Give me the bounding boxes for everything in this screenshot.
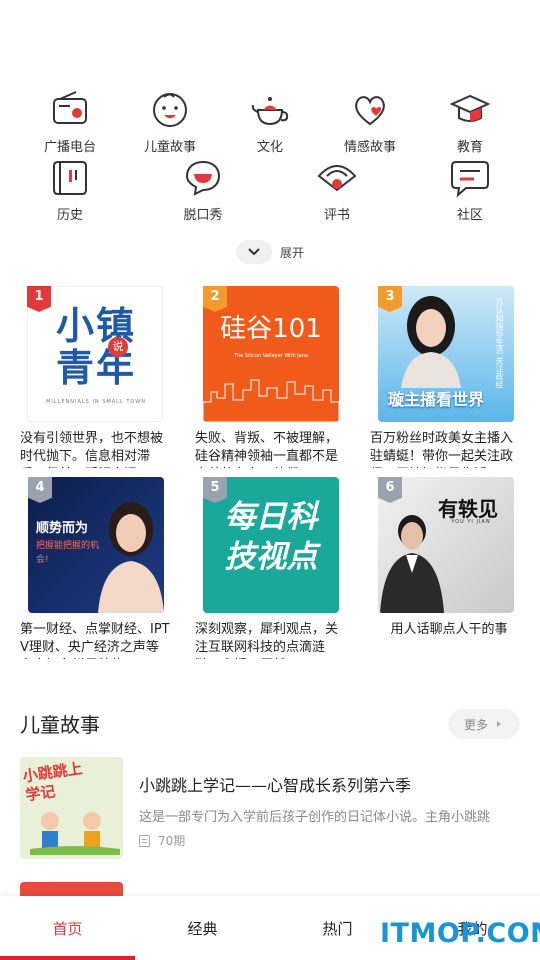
album-title: 没有引领世界，也不想被时代抛下。信息相对滞后，但并不孤陋寡闻。 [20,431,164,468]
category-label: 评书 [323,208,350,223]
category-storytelling[interactable]: 评书 [287,156,387,223]
category-label: 广播电台 [43,140,96,155]
album-title: 第一财经、点掌财经、IPTV理财、央广经济之声等多家知名栏目特约 [20,622,170,659]
graduation-cap-icon [449,94,491,122]
category-label: 教育 [456,140,483,155]
host-portrait-image [401,296,461,388]
album-card[interactable]: 每日科技视点 5 深刻观察，犀利观点，关注互联网科技的点滴涟漪。主播：臣然 [195,477,345,667]
scroll-icon [53,161,87,195]
category-talk-show[interactable]: 脱口秀 [153,156,253,223]
chevron-right-icon [497,721,501,727]
category-label: 历史 [56,208,83,223]
cover-stamp: 说 [108,337,128,357]
album-card[interactable]: 顺势而为 把握能把握的机会! 4 第一财经、点掌财经、IPTV理财、央广经济之声… [20,477,170,667]
category-label: 文化 [256,140,283,155]
host-portrait-image [380,515,444,613]
heart-icon [355,96,385,126]
cover-title: 璇主播看世界 [388,390,485,409]
child-face-icon [153,93,187,127]
category-emotion-story[interactable]: 情感故事 [320,88,420,155]
episode-count-label: 70期 [158,834,186,848]
chevron-down-icon [236,240,272,264]
more-label: 更多 [463,717,488,732]
rank-badge: 1 [27,286,51,312]
category-radio[interactable]: 广播电台 [20,88,120,155]
rank-badge: 2 [203,286,227,312]
rank-badge: 6 [378,477,402,503]
cover-side-text: 月认知指导生活 关注政经 [495,298,504,389]
category-label: 儿童故事 [143,140,196,155]
cover-title: 顺势而为 [36,521,89,536]
album-title: 失败、背叛、不被理解，硅谷精神领袖一直都不是完美的存在；他们 [195,431,339,468]
category-culture[interactable]: 文化 [220,88,320,155]
episode-count: 70期 [139,832,185,849]
category-children-story[interactable]: 儿童故事 [120,88,220,155]
tab-home[interactable]: 首页 [0,918,135,939]
category-label: 脱口秀 [183,208,223,223]
cover-title: 硅谷101 [220,314,322,344]
cartoon-kids-image [30,812,120,855]
album-card[interactable]: 有轶见 YOU YI JIAN 6 用人话聊点人干的事 [370,477,520,667]
watermark-logo: ITMOP.COM [380,918,540,949]
message-icon [451,161,489,198]
cover-subtitle: MILLENNIALS IN SMALL TOWN [46,399,146,405]
album-title[interactable]: 小跳跳上学记——心智成长系列第六季 [139,772,411,796]
more-button[interactable]: 更多 [448,709,520,739]
tab-classic[interactable]: 经典 [135,918,270,939]
city-skyline-image [203,379,339,422]
album-card[interactable]: 小镇青年 说 MILLENNIALS IN SMALL TOWN 1 没有引领世… [20,286,170,468]
category-history[interactable]: 历史 [20,156,120,223]
speech-bubble-icon [185,160,221,196]
expand-toggle[interactable]: 展开 [236,240,304,264]
category-label: 情感故事 [343,140,396,155]
cover-subtitle: 把握能把握的机会! [36,541,100,565]
rank-badge: 5 [203,477,227,503]
album-title: 用人话聊点人干的事 [390,622,508,637]
section-title: 儿童故事 [20,713,100,737]
cover-title: 小镇青年 [55,304,136,390]
expand-label: 展开 [280,245,305,260]
album-description: 这是一部专门为入学前后孩子创作的日记体小说。主角小跳跳 [139,810,491,825]
episode-list-icon [139,834,150,847]
teapot-icon [251,97,289,126]
category-label: 社区 [456,208,483,223]
album-title: 百万粉丝时政美女主播入驻蜻蜓！带你一起关注政经，用认知指导生活 [370,431,514,468]
album-card[interactable]: 月认知指导生活 关注政经 璇主播看世界 3 百万粉丝时政美女主播入驻蜻蜓！带你一… [370,286,520,468]
rank-badge: 3 [378,286,402,312]
fan-icon [317,165,357,192]
album-title: 深刻观察，犀利观点，关注互联网科技的点滴涟漪。主播：臣然 [195,622,339,659]
album-card[interactable]: 硅谷101 The Silicon Valleyer With Jane 2 失… [195,286,345,468]
category-community[interactable]: 社区 [420,156,520,223]
category-education[interactable]: 教育 [420,88,520,155]
cover-subtitle: The Silicon Valleyer With Jane [233,353,309,359]
radio-icon [53,91,87,124]
cover-title: 小跳跳上学记 [21,759,84,805]
cover-title: 每日科技视点 [224,499,318,575]
rank-badge: 4 [28,477,52,503]
host-portrait-image [98,502,164,613]
active-tab-indicator [0,956,135,960]
album-cover[interactable]: 小跳跳上学记 [20,757,123,859]
